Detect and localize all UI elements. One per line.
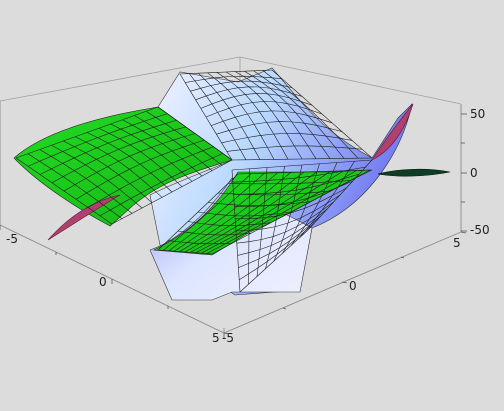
- y-tick-mark: [460, 231, 467, 234]
- z-tick-label: 0: [470, 166, 478, 180]
- x-tick-label: 0: [99, 275, 107, 289]
- z-axis: 50 0 -50: [470, 107, 490, 237]
- x-tick-label: -5: [6, 232, 18, 246]
- x-tick-label: 5: [212, 331, 220, 345]
- y-tick-label: 5: [453, 236, 461, 250]
- surface-plot-3d: -5 0 5 -5 0 5 50 0 -50: [0, 56, 490, 345]
- y-tick-label: 0: [349, 279, 357, 293]
- z-tick-label: 50: [470, 107, 485, 121]
- dark-sheet-right: [377, 168, 451, 177]
- y-tick-mark: [282, 307, 287, 310]
- surfaces: [13, 67, 451, 301]
- z-tick-label: -50: [470, 223, 490, 237]
